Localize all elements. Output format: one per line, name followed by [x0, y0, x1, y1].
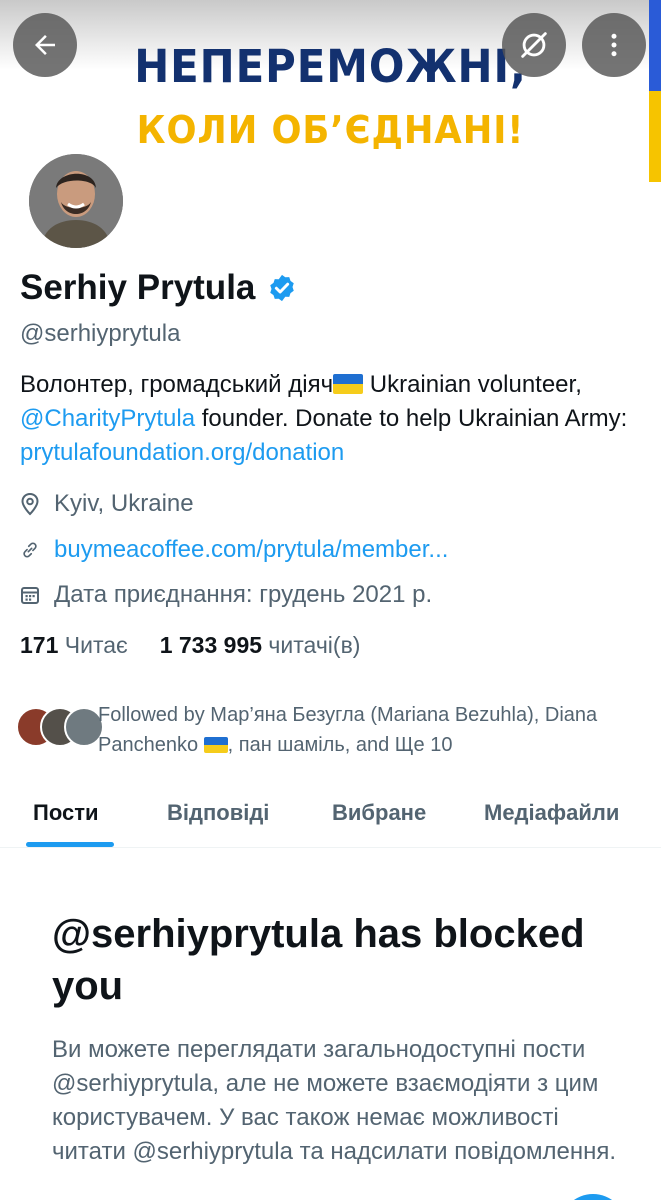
- tab-replies[interactable]: Відповіді: [167, 800, 269, 826]
- profile-stats: 171 Читає 1 733 995 читачі(в): [20, 632, 360, 659]
- verified-badge-icon[interactable]: [267, 273, 297, 303]
- banner-text-line2: КОЛИ ОБ’ЄДНАНІ!: [136, 108, 525, 152]
- link-icon: [23, 542, 37, 558]
- active-tab-indicator: [26, 842, 114, 847]
- tab-likes[interactable]: Вибране: [332, 800, 426, 826]
- visibility-button[interactable]: [502, 13, 566, 77]
- avatar-portrait: [29, 154, 123, 248]
- location-text: Kyiv, Ukraine: [54, 490, 194, 517]
- profile-tabs: Пости Відповіді Вибране Медіафайли: [0, 780, 661, 848]
- profile-name: Serhiy Prytula: [20, 268, 256, 307]
- following-stat[interactable]: 171 Читає: [20, 632, 128, 658]
- tab-posts[interactable]: Пости: [33, 800, 99, 826]
- banner-flag-stripe: [649, 0, 661, 182]
- profile-name-row: Serhiy Prytula: [20, 268, 297, 308]
- eye-slash-icon: [521, 32, 547, 58]
- arrow-left-icon: [35, 35, 55, 55]
- following-count: 171: [20, 632, 59, 658]
- profile-website[interactable]: buymeacoffee.com/prytula/member...: [20, 536, 448, 564]
- followed-by-text: Followed by Мар’яна Безугла (Mariana Bez…: [98, 700, 658, 760]
- profile-join-date: Дата приєднання: грудень 2021 р.: [20, 581, 432, 609]
- profile-banner[interactable]: НЕПЕРЕМОЖНІ, КОЛИ ОБ’ЄДНАНІ!: [0, 0, 661, 182]
- following-label: Читає: [64, 632, 128, 658]
- donation-link[interactable]: prytulafoundation.org/donation: [20, 439, 344, 466]
- followers-count: 1 733 995: [159, 632, 263, 658]
- avatar[interactable]: [26, 151, 126, 251]
- bio-text: founder. Donate to help Ukrainian Army:: [195, 405, 628, 432]
- back-button[interactable]: [13, 13, 77, 77]
- website-link[interactable]: buymeacoffee.com/prytula/member...: [54, 536, 448, 564]
- location-pin-icon: [21, 492, 39, 516]
- calendar-icon: [21, 587, 39, 604]
- bio-text: Волонтер, громадський діяч: [20, 371, 334, 398]
- blocked-title: @serhiyprytula has blocked you: [52, 912, 585, 1008]
- ukraine-flag-icon: [333, 374, 364, 394]
- followed-by-more: , пан шаміль, and Ще 10: [227, 734, 453, 756]
- followers-label: читачі(в): [268, 632, 361, 658]
- mention-link[interactable]: @CharityPrytula: [20, 405, 195, 432]
- followers-stat[interactable]: 1 733 995 читачі(в): [160, 632, 361, 658]
- blocked-description: Ви можете переглядати загальнодоступні п…: [52, 1036, 617, 1165]
- compose-button[interactable]: [560, 1194, 626, 1200]
- more-button[interactable]: [582, 13, 646, 77]
- profile-handle: @serhiyprytula: [20, 320, 181, 347]
- profile-bio: Волонтер, громадський діяч Ukrainian vol…: [20, 368, 650, 470]
- vertical-ellipsis-icon: [611, 33, 617, 57]
- tab-media[interactable]: Медіафайли: [484, 800, 619, 826]
- profile-location: Kyiv, Ukraine: [20, 490, 194, 518]
- ukraine-flag-icon: [203, 737, 228, 753]
- join-date-text: Дата приєднання: грудень 2021 р.: [54, 581, 433, 608]
- bio-text: Ukrainian volunteer,: [363, 371, 582, 398]
